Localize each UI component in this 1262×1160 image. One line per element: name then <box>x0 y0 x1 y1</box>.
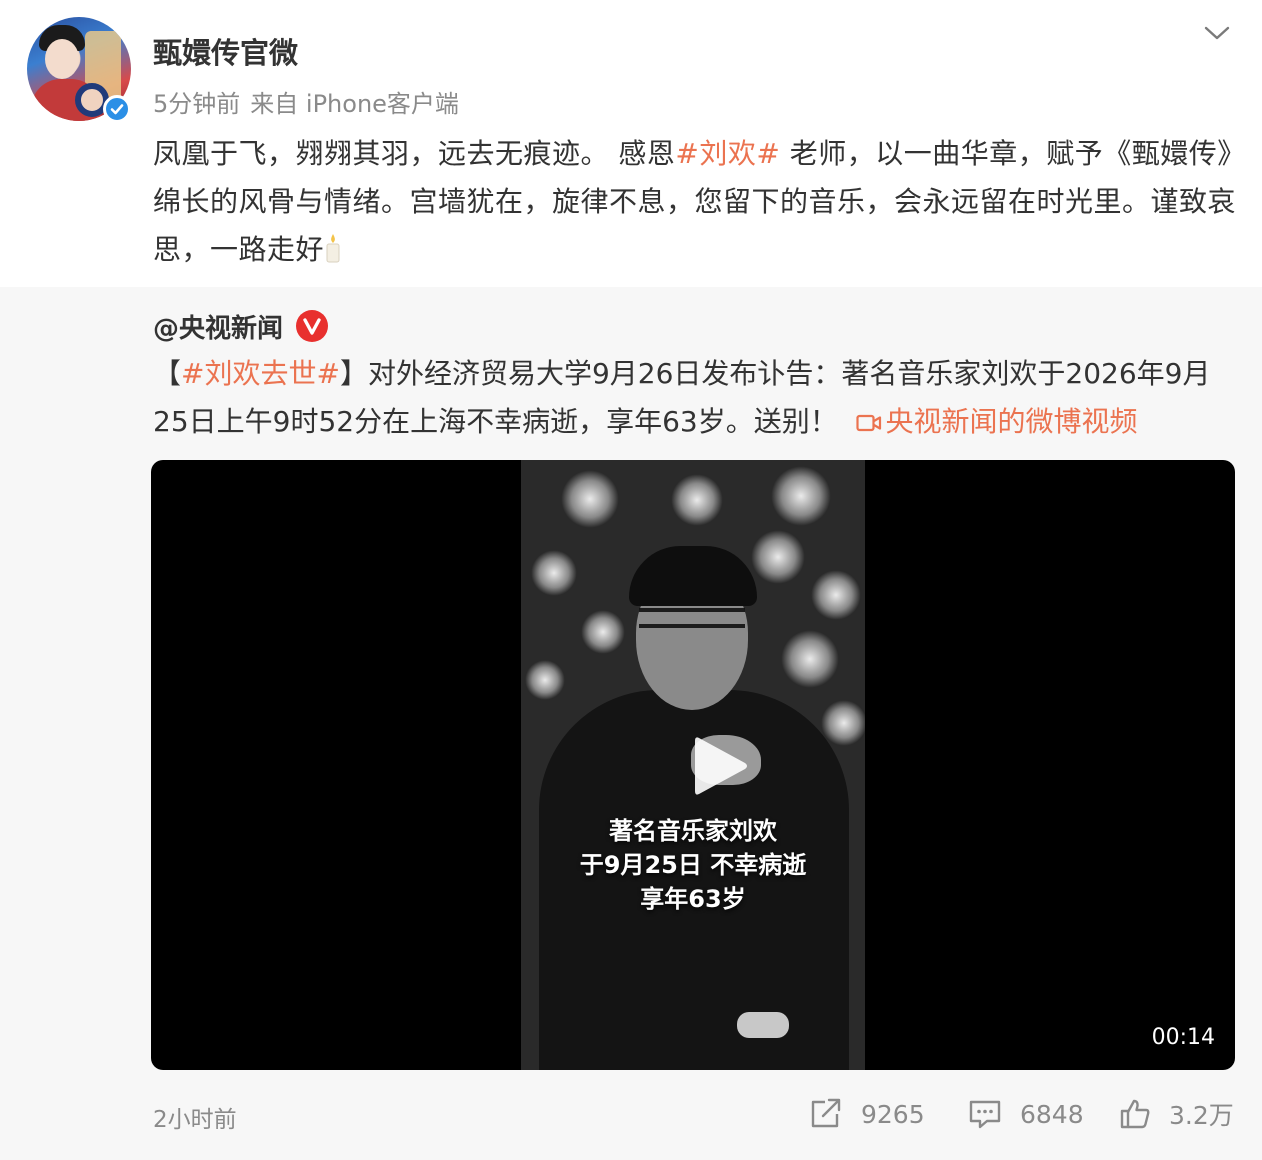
thumbs-up-icon <box>1120 1099 1150 1129</box>
comment-button[interactable]: 6848 <box>968 1095 1084 1133</box>
video-link[interactable]: 央视新闻的微博视频 <box>855 405 1138 438</box>
post-source[interactable]: 来自 iPhone客户端 <box>250 90 459 118</box>
chevron-down-icon[interactable] <box>1203 22 1231 44</box>
weibo-post: 甄嬛传官微 5分钟前 来自 iPhone客户端 凤凰于飞，翙翙其羽，远去无痕迹。 … <box>0 0 1262 1160</box>
repost-time: 2小时前 <box>153 1107 237 1133</box>
comment-count: 6848 <box>1020 1099 1084 1129</box>
video-caption: 著名音乐家刘欢 于9月25日 不幸病逝 享年63岁 <box>579 817 807 913</box>
topic-link[interactable]: #刘欢# <box>675 137 780 170</box>
play-icon[interactable] <box>689 732 751 800</box>
video-player[interactable]: 著名音乐家刘欢 于9月25日 不幸病逝 享年63岁 00:14 <box>151 460 1235 1070</box>
verified-check-icon <box>103 95 131 123</box>
author-name[interactable]: 甄嬛传官微 <box>153 30 298 72</box>
post-time: 5分钟前 <box>153 90 241 118</box>
comment-icon <box>969 1100 1001 1129</box>
post-meta: 5分钟前 来自 iPhone客户端 <box>153 84 459 119</box>
like-count: 3.2万 <box>1169 1101 1234 1130</box>
repost-username[interactable]: @央视新闻 <box>153 308 283 345</box>
repost-text: 【#刘欢去世#】对外经济贸易大学9月26日发布讣告：著名音乐家刘欢于2026年9… <box>153 357 1211 438</box>
topic-link[interactable]: #刘欢去世# <box>181 357 340 390</box>
video-icon <box>855 414 881 432</box>
video-duration: 00:14 <box>1151 1025 1215 1050</box>
like-button[interactable]: 3.2万 <box>1119 1095 1234 1133</box>
share-icon <box>811 1098 841 1128</box>
verified-v-icon <box>296 310 328 342</box>
repost-count: 9265 <box>861 1099 925 1129</box>
post-text: 凤凰于飞，翙翙其羽，远去无痕迹。 感恩#刘欢# 老师，以一曲华章，赋予《甄嬛传》… <box>153 137 1237 266</box>
candle-icon <box>324 230 342 263</box>
repost-button[interactable]: 9265 <box>809 1095 925 1133</box>
